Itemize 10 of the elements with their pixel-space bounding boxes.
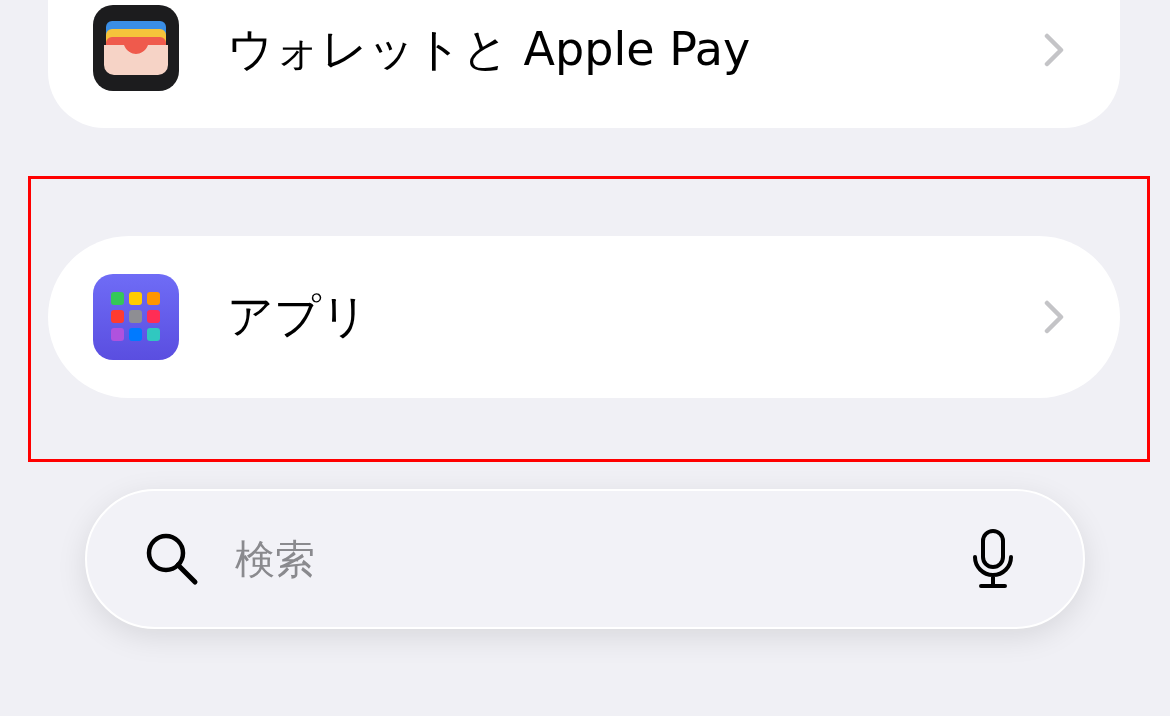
search-field[interactable]: 検索 [233,535,971,583]
search-icon [145,532,199,586]
settings-row[interactable]: アプリ [48,236,1120,398]
wallet-icon [93,5,179,91]
chevron-icon [1044,300,1064,334]
settings-row[interactable]: ウォレットと Apple Pay [48,0,1120,128]
chevron-icon [1044,33,1064,67]
app-grid-icon [93,274,179,360]
search-bar[interactable]: 検索 [85,489,1085,629]
microphone-icon[interactable] [971,529,1015,589]
